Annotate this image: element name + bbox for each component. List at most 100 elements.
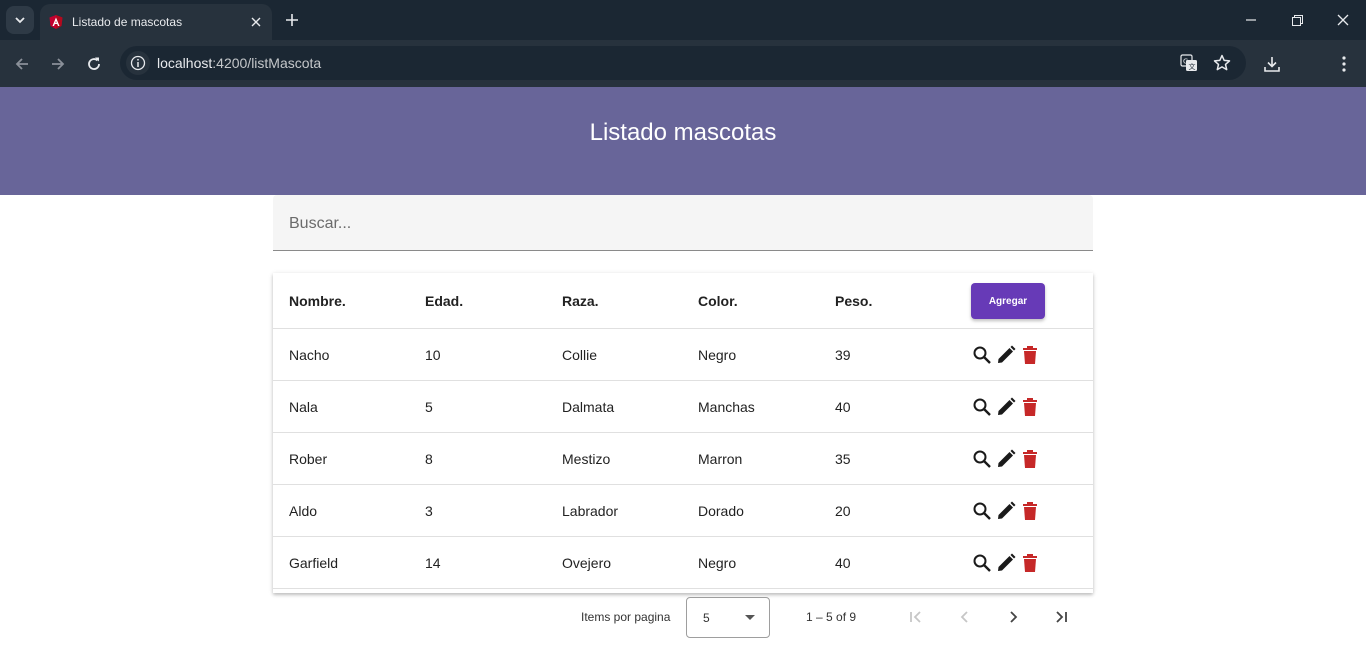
column-header-edad[interactable]: Edad. xyxy=(425,273,463,328)
row-actions xyxy=(971,433,1041,484)
search-icon xyxy=(973,346,991,364)
search-icon xyxy=(973,450,991,468)
bookmark-button[interactable] xyxy=(1210,51,1234,75)
cell-raza: Labrador xyxy=(562,502,619,519)
add-pet-button[interactable]: Agregar xyxy=(971,283,1045,319)
trash-icon xyxy=(1023,449,1037,468)
search-icon xyxy=(973,502,991,520)
view-button[interactable] xyxy=(971,344,993,366)
tab-title: Listado de mascotas xyxy=(72,15,183,29)
delete-button[interactable] xyxy=(1019,448,1041,470)
forward-button[interactable] xyxy=(44,50,72,78)
search-field[interactable] xyxy=(273,195,1093,251)
row-actions xyxy=(971,329,1041,380)
cell-color: Dorado xyxy=(698,502,744,519)
plus-icon xyxy=(286,14,298,26)
cell-nombre: Garfield xyxy=(289,554,339,571)
pencil-icon xyxy=(998,501,1016,519)
edit-button[interactable] xyxy=(995,448,1017,470)
site-info-button[interactable] xyxy=(126,51,150,75)
dropdown-arrow-icon xyxy=(745,615,755,620)
close-icon xyxy=(1337,14,1349,26)
minimize-icon xyxy=(1246,19,1256,21)
cell-raza: Dalmata xyxy=(562,398,615,415)
delete-button[interactable] xyxy=(1019,344,1041,366)
column-header-color[interactable]: Color. xyxy=(698,273,738,328)
downloads-button[interactable] xyxy=(1258,50,1286,78)
url-host: localhost xyxy=(157,55,213,71)
search-icon xyxy=(973,554,991,572)
restore-button[interactable] xyxy=(1283,6,1311,34)
paginator: Items por pagina 5 1 – 5 of 9 xyxy=(273,593,1093,649)
pencil-icon xyxy=(998,345,1016,363)
first-page-icon xyxy=(910,611,921,623)
app-header: Listado mascotas xyxy=(0,87,1366,195)
chevron-down-icon xyxy=(15,17,25,24)
next-page-button[interactable] xyxy=(998,602,1028,632)
new-tab-button[interactable] xyxy=(280,8,304,32)
close-window-button[interactable] xyxy=(1329,6,1357,34)
reload-button[interactable] xyxy=(80,50,108,78)
last-page-button[interactable] xyxy=(1046,602,1076,632)
close-tab-button[interactable] xyxy=(244,10,268,34)
cell-nombre: Rober xyxy=(289,450,328,467)
cell-nombre: Aldo xyxy=(289,502,318,519)
page-size-select[interactable]: 5 xyxy=(686,597,770,638)
cell-peso: 40 xyxy=(835,554,851,571)
cell-nombre: Nala xyxy=(289,398,318,415)
last-page-icon xyxy=(1056,611,1067,623)
first-page-button[interactable] xyxy=(901,602,931,632)
cell-peso: 20 xyxy=(835,502,851,519)
view-button[interactable] xyxy=(971,396,993,418)
delete-button[interactable] xyxy=(1019,500,1041,522)
edit-button[interactable] xyxy=(995,344,1017,366)
edit-button[interactable] xyxy=(995,552,1017,574)
table-row: Garfield 14 Ovejero Negro 40 xyxy=(273,537,1093,589)
cell-color: Marron xyxy=(698,450,743,467)
column-header-nombre[interactable]: Nombre. xyxy=(289,273,346,328)
address-bar[interactable]: localhost:4200/listMascota G文 xyxy=(120,46,1246,80)
svg-text:文: 文 xyxy=(1189,62,1196,71)
minimize-button[interactable] xyxy=(1237,6,1265,34)
cell-color: Negro xyxy=(698,554,737,571)
arrow-right-icon xyxy=(52,58,65,70)
cell-edad: 5 xyxy=(425,398,433,415)
chevron-right-icon xyxy=(1010,611,1018,623)
close-icon xyxy=(251,17,261,27)
trash-icon xyxy=(1023,553,1037,572)
tab-search-button[interactable] xyxy=(6,6,34,34)
translate-button[interactable]: G文 xyxy=(1177,51,1201,75)
column-header-raza[interactable]: Raza. xyxy=(562,273,599,328)
search-input[interactable] xyxy=(289,213,1069,235)
column-header-peso[interactable]: Peso. xyxy=(835,273,872,328)
cell-edad: 8 xyxy=(425,450,433,467)
reload-icon xyxy=(88,57,100,70)
cell-color: Manchas xyxy=(698,398,755,415)
pencil-icon xyxy=(998,449,1016,467)
page-size-value: 5 xyxy=(703,611,710,625)
cell-edad: 3 xyxy=(425,502,433,519)
cell-peso: 39 xyxy=(835,346,851,363)
edit-button[interactable] xyxy=(995,500,1017,522)
browser-menu-button[interactable] xyxy=(1330,50,1358,78)
view-button[interactable] xyxy=(971,448,993,470)
edit-button[interactable] xyxy=(995,396,1017,418)
previous-page-button[interactable] xyxy=(950,602,980,632)
page-range-label: 1 – 5 of 9 xyxy=(806,610,857,624)
view-button[interactable] xyxy=(971,552,993,574)
arrow-left-icon xyxy=(15,58,28,70)
delete-button[interactable] xyxy=(1019,396,1041,418)
delete-button[interactable] xyxy=(1019,552,1041,574)
table-row: Aldo 3 Labrador Dorado 20 xyxy=(273,485,1093,537)
chevron-left-icon xyxy=(960,611,968,623)
back-button[interactable] xyxy=(8,50,36,78)
angular-icon xyxy=(49,15,63,29)
table-row: Rober 8 Mestizo Marron 35 xyxy=(273,433,1093,485)
translate-icon: G文 xyxy=(1180,54,1197,71)
browser-tab[interactable]: Listado de mascotas xyxy=(40,4,272,40)
cell-peso: 35 xyxy=(835,450,851,467)
page-title: Listado mascotas xyxy=(589,119,777,146)
url-text[interactable]: localhost:4200/listMascota xyxy=(157,55,321,71)
view-button[interactable] xyxy=(971,500,993,522)
cell-nombre: Nacho xyxy=(289,346,330,363)
